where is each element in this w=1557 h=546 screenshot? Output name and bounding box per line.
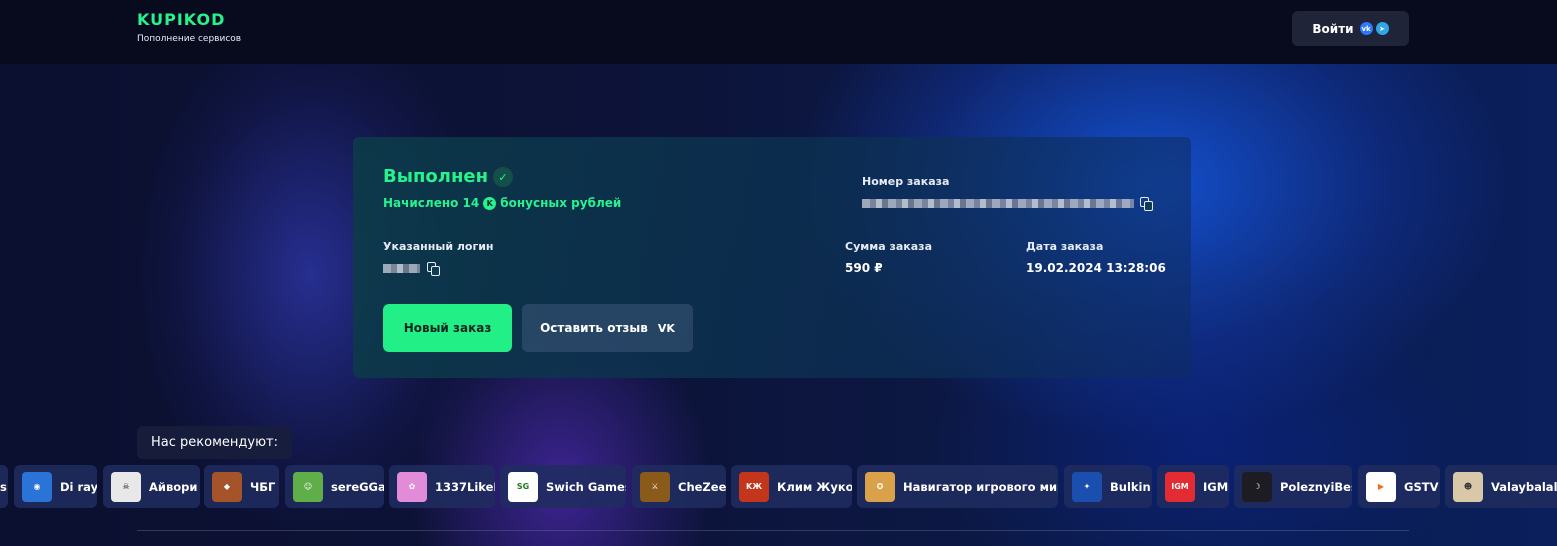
recommend-item[interactable]: ✪ Навигатор игрового мира — [857, 465, 1058, 508]
order-number-value — [862, 199, 1134, 208]
copy-icon[interactable] — [427, 262, 440, 276]
recommend-item[interactable]: ✿ 1337LikeR — [389, 465, 495, 508]
order-number-label: Номер заказа — [862, 175, 950, 188]
recommend-item[interactable]: SG Swich Games — [500, 465, 626, 508]
recommend-item[interactable]: ⚔ CheZee — [632, 465, 726, 508]
recommend-item[interactable]: ☽ PoleznyiBes — [1234, 465, 1352, 508]
recommend-list: s ◉ Di ray ☠ Айвори ◆ ЧБГ ☺ sereGGa ✿ 13… — [0, 465, 1557, 509]
avatar: ☺ — [293, 471, 323, 502]
bonus-text: Начислено 14 — [383, 196, 480, 210]
vk-icon: vk — [1359, 22, 1373, 35]
bonus-info: Начислено 14 K бонусных рублей — [383, 196, 621, 210]
recommend-item[interactable]: KЖ Клим Жуков — [731, 465, 852, 508]
avatar: ☠ — [111, 471, 141, 502]
avatar: KЖ — [739, 471, 769, 502]
recommend-item[interactable]: ◉ Di ray — [14, 465, 97, 508]
check-icon: ✓ — [493, 167, 513, 187]
bonus-coin-icon: K — [483, 196, 497, 210]
avatar: ✪ — [865, 471, 895, 502]
avatar: ◆ — [212, 471, 242, 502]
avatar: ✿ — [397, 471, 427, 502]
recommend-item[interactable]: ✦ Bulkin — [1064, 465, 1152, 508]
leave-review-button[interactable]: Оставить отзыв VK — [522, 304, 693, 352]
recommend-item[interactable]: ☺ sereGGa — [285, 465, 384, 508]
vk-icon: VK — [657, 321, 675, 335]
telegram-icon: ➤ — [1375, 22, 1389, 35]
recommend-item[interactable]: ☠ Айвори — [103, 465, 200, 508]
site-tagline: Пополнение сервисов — [137, 34, 242, 44]
order-date-label: Дата заказа — [1026, 240, 1104, 253]
recommend-item[interactable]: s — [0, 465, 8, 508]
leave-review-label: Оставить отзыв — [540, 321, 648, 335]
recommend-item[interactable]: IGM IGM — [1157, 465, 1229, 508]
login-field-value — [383, 264, 420, 273]
order-date-value: 19.02.2024 13:28:06 — [1026, 261, 1166, 275]
avatar: ⚔ — [640, 471, 670, 502]
order-sum-label: Сумма заказа — [845, 240, 932, 253]
site-header: KUPIKOD Пополнение сервисов Войти vk ➤ — [0, 0, 1557, 64]
avatar: SG — [508, 471, 538, 502]
recommend-item[interactable]: ☻ Valaybalalay — [1445, 465, 1557, 508]
login-button-label: Войти — [1312, 21, 1354, 36]
copy-icon[interactable] — [1140, 197, 1153, 211]
order-sum-value: 590 ₽ — [845, 261, 883, 275]
new-order-button[interactable]: Новый заказ — [383, 304, 512, 352]
bonus-suffix: бонусных рублей — [500, 196, 622, 210]
order-status: Выполнен — [383, 166, 489, 187]
avatar: ▶ — [1366, 471, 1396, 502]
avatar: ◉ — [22, 471, 52, 502]
avatar: ☽ — [1242, 471, 1272, 502]
login-field-label: Указанный логин — [383, 240, 494, 253]
avatar: ✦ — [1072, 471, 1102, 502]
section-divider — [137, 530, 1409, 531]
recommend-label: Нас рекомендуют: — [137, 426, 292, 459]
site-logo[interactable]: KUPIKOD — [137, 10, 225, 29]
avatar: ☻ — [1453, 471, 1483, 502]
recommend-item[interactable]: ◆ ЧБГ — [204, 465, 279, 508]
avatar: IGM — [1165, 471, 1195, 502]
recommend-item[interactable]: ▶ GSTV — [1358, 465, 1440, 508]
login-button[interactable]: Войти vk ➤ — [1292, 11, 1409, 46]
